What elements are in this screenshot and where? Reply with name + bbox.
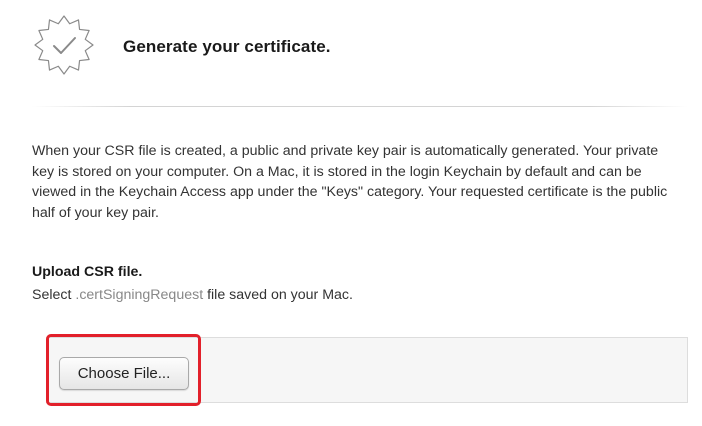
section-divider [32, 106, 688, 107]
instruction-suffix: file saved on your Mac. [203, 287, 353, 303]
page-title: Generate your certificate. [123, 37, 331, 56]
page-header: Generate your certificate. [0, 0, 702, 100]
instruction-prefix: Select [32, 287, 76, 303]
csr-description: When your CSR file is created, a public … [32, 143, 668, 221]
file-extension-label: .certSigningRequest [75, 287, 204, 303]
choose-file-button[interactable]: Choose File... [59, 357, 189, 390]
upload-instruction: Select .certSigningRequest file saved on… [32, 287, 353, 303]
upload-csr-heading: Upload CSR file. [32, 264, 143, 280]
certificate-seal-checkmark-icon [32, 14, 96, 76]
